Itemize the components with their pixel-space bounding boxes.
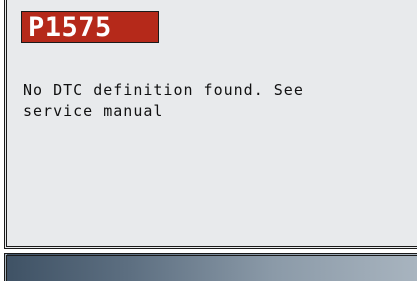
dtc-code: P1575 xyxy=(28,11,112,43)
display-panel: P1575 No DTC definition found. See servi… xyxy=(4,0,417,249)
dtc-code-badge: P1575 xyxy=(21,11,159,43)
status-bar xyxy=(4,253,417,281)
dtc-message: No DTC definition found. See service man… xyxy=(23,81,304,120)
scanner-screen: P1575 No DTC definition found. See servi… xyxy=(0,0,417,281)
